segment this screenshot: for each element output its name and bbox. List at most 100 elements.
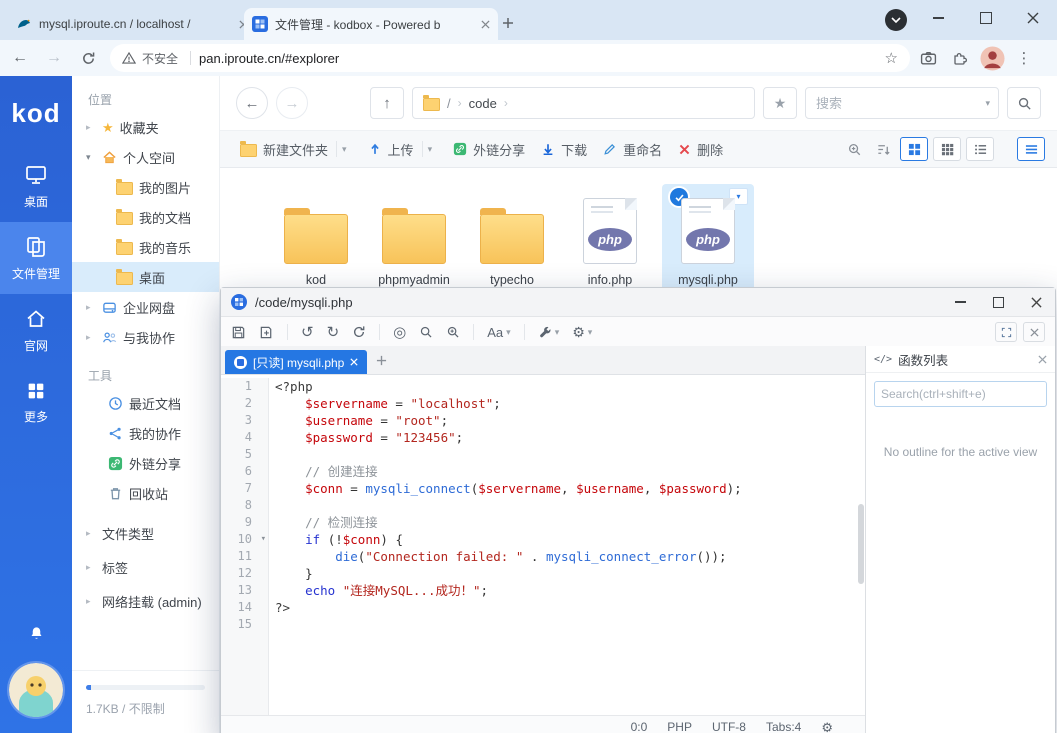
new-tab-button[interactable]	[497, 12, 519, 34]
browser-back-button[interactable]: ←	[6, 44, 34, 72]
code-line[interactable]: }	[275, 565, 857, 582]
forward-button[interactable]: →	[276, 87, 308, 119]
goto-position-icon[interactable]: ◎	[393, 325, 406, 340]
rail-item-file-manager[interactable]: 文件管理	[0, 222, 72, 294]
find-replace-icon[interactable]	[446, 325, 460, 339]
chevron-down-icon[interactable]: ▾	[86, 153, 96, 162]
chevron-right-icon[interactable]: ▸	[86, 333, 96, 342]
tree-item-network-mount[interactable]: ▸ 网络挂载 (admin)	[72, 584, 219, 618]
code-line[interactable]: $conn = mysqli_connect($servername, $use…	[275, 480, 857, 497]
bookmark-star-icon[interactable]: ☆	[885, 51, 898, 66]
user-avatar[interactable]	[9, 663, 63, 717]
download-button[interactable]: 下载	[533, 136, 595, 162]
search-input[interactable]	[814, 95, 979, 112]
font-size-button[interactable]: Aa ▾	[487, 325, 510, 340]
cursor-position[interactable]: 0:0	[631, 720, 648, 733]
breadcrumb-root[interactable]: /	[447, 96, 451, 111]
code-line[interactable]: // 创建连接	[275, 463, 857, 480]
tree-item-my-music[interactable]: 我的音乐	[72, 232, 219, 262]
outline-search-box[interactable]	[874, 381, 1047, 407]
tree-item-tags[interactable]: ▸ 标签	[72, 550, 219, 584]
code-content[interactable]: <?php $servername = "localhost"; $userna…	[269, 378, 857, 716]
tree-item-my-documents[interactable]: 我的文档	[72, 202, 219, 232]
window-minimize-button[interactable]	[916, 0, 960, 36]
tab-size[interactable]: Tabs:4	[766, 720, 801, 733]
zoom-button[interactable]	[842, 138, 866, 160]
outline-close-icon[interactable]	[1038, 355, 1047, 364]
breadcrumb[interactable]: / › code ›	[412, 87, 755, 119]
editor-panel-close-button[interactable]	[1023, 322, 1045, 342]
editor-minimize-button[interactable]	[941, 288, 979, 316]
tools-wrench-button[interactable]: ▾	[538, 325, 560, 339]
editor-tab-mysqli[interactable]: [只读] mysqli.php	[225, 350, 367, 374]
code-line[interactable]: <?php	[275, 378, 857, 395]
code-line[interactable]: // 检测连接	[275, 514, 857, 531]
rename-button[interactable]: 重命名	[595, 136, 670, 162]
extensions-puzzle-icon[interactable]	[946, 44, 974, 72]
code-line[interactable]: $password = "123456";	[275, 429, 857, 446]
code-line[interactable]: $username = "root";	[275, 412, 857, 429]
media-controls-button[interactable]	[885, 9, 907, 31]
code-line[interactable]	[275, 616, 857, 633]
sort-button[interactable]	[871, 138, 895, 160]
code-area[interactable]: 12345678910▾1112131415 <?php $servername…	[221, 374, 865, 716]
chevron-right-icon[interactable]: ▸	[86, 597, 96, 606]
code-line[interactable]	[275, 446, 857, 463]
code-line[interactable]	[275, 497, 857, 514]
code-line[interactable]: $servername = "localhost";	[275, 395, 857, 412]
undo-icon[interactable]: ↺	[301, 325, 314, 340]
url-text[interactable]: pan.iproute.cn/#explorer	[199, 51, 885, 66]
new-folder-button[interactable]: 新建文件夹	[232, 136, 336, 162]
browser-reload-button[interactable]	[74, 44, 102, 72]
window-close-button[interactable]	[1011, 0, 1055, 36]
tree-item-recycle-bin[interactable]: 回收站	[72, 478, 219, 508]
file-item-info-php[interactable]: php info.php	[564, 184, 656, 297]
search-button[interactable]	[1007, 87, 1041, 119]
tree-item-desktop[interactable]: 桌面	[72, 262, 219, 292]
code-line[interactable]: if (!$conn) {	[275, 531, 857, 548]
editor-scrollbar[interactable]	[857, 374, 865, 716]
browser-menu-kebab-icon[interactable]: ⋮	[1010, 44, 1038, 72]
upload-dropdown[interactable]: ▾	[422, 141, 438, 157]
rail-item-desktop[interactable]: 桌面	[0, 150, 72, 222]
search-box[interactable]: ▾	[805, 87, 999, 119]
editor-maximize-button[interactable]	[979, 288, 1017, 316]
tree-item-favorites[interactable]: ▸ ★ 收藏夹	[72, 112, 219, 142]
status-gear-icon[interactable]: ⚙	[821, 721, 833, 733]
editor-new-tab-button[interactable]	[369, 348, 393, 372]
tree-item-my-collaboration[interactable]: 我的协作	[72, 418, 219, 448]
tree-item-enterprise-disk[interactable]: ▸ 企业网盘	[72, 292, 219, 322]
up-button[interactable]: ↑	[370, 87, 404, 119]
redo-icon[interactable]: ↻	[327, 325, 340, 340]
editor-titlebar[interactable]: /code/mysqli.php	[221, 288, 1055, 317]
tab-close-icon[interactable]	[481, 20, 490, 29]
view-small-icons-button[interactable]	[933, 137, 961, 161]
tree-item-collaborate[interactable]: ▸ 与我协作	[72, 322, 219, 352]
chevron-right-icon[interactable]: ▸	[86, 563, 96, 572]
code-line[interactable]: die("Connection failed: " . mysqli_conne…	[275, 548, 857, 565]
delete-button[interactable]: 删除	[670, 136, 731, 162]
tree-item-external-share[interactable]: 外链分享	[72, 448, 219, 478]
file-item-phpmyadmin[interactable]: phpmyadmin	[368, 184, 460, 297]
fold-caret-icon[interactable]: ▾	[261, 531, 266, 548]
code-line[interactable]: ?>	[275, 599, 857, 616]
back-button[interactable]: ←	[236, 87, 268, 119]
chevron-right-icon[interactable]: ▸	[86, 529, 96, 538]
browser-profile-avatar[interactable]	[978, 44, 1006, 72]
language-mode[interactable]: PHP	[667, 720, 692, 733]
rail-item-website[interactable]: 官网	[0, 294, 72, 366]
editor-close-button[interactable]	[1017, 288, 1055, 316]
find-icon[interactable]	[419, 325, 433, 339]
encoding[interactable]: UTF-8	[712, 720, 746, 733]
tree-item-personal-space[interactable]: ▾ 个人空间	[72, 142, 219, 172]
share-button[interactable]: 外链分享	[445, 136, 533, 162]
notifications-bell-icon[interactable]	[0, 625, 72, 641]
chevron-right-icon[interactable]: ▸	[86, 303, 96, 312]
save-as-icon[interactable]	[259, 325, 274, 340]
scrollbar-thumb[interactable]	[858, 504, 864, 584]
file-item-kod[interactable]: kod	[270, 184, 362, 297]
save-icon[interactable]	[231, 325, 246, 340]
view-large-icons-button[interactable]	[900, 137, 928, 161]
code-line[interactable]: echo "连接MySQL...成功！";	[275, 582, 857, 599]
tab-close-icon[interactable]	[350, 358, 358, 366]
